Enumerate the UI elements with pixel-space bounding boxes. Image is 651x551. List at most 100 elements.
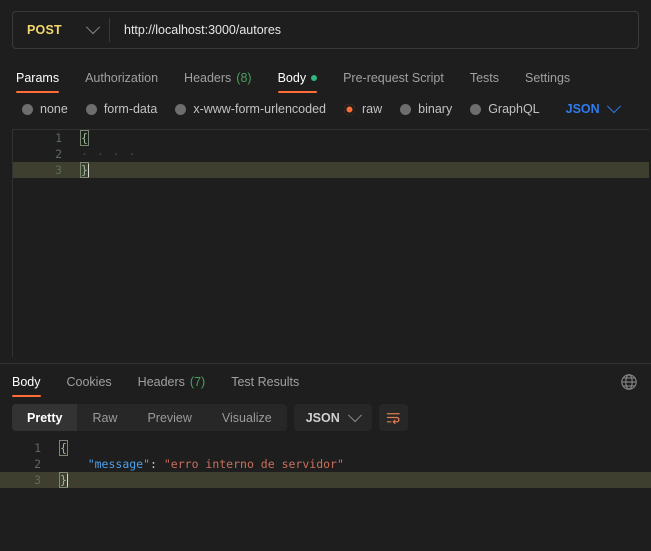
line-number: 2 <box>34 457 41 471</box>
chevron-down-icon <box>606 99 621 114</box>
radio-icon <box>400 103 412 115</box>
raw-format-selector[interactable]: JSON <box>565 99 621 116</box>
response-tab-cookies[interactable]: Cookies <box>54 374 125 398</box>
tab-settings-label: Settings <box>525 70 571 85</box>
response-tab-body[interactable]: Body <box>12 374 54 398</box>
line-number: 3 <box>55 163 62 177</box>
tab-params[interactable]: Params <box>12 70 72 94</box>
tab-params-label: Params <box>16 70 60 85</box>
tab-headers[interactable]: Headers (8) <box>171 70 265 94</box>
chevron-down-icon <box>85 20 100 35</box>
chevron-down-icon <box>347 407 362 422</box>
text-caret <box>67 474 68 487</box>
open-brace: { <box>80 130 89 146</box>
tab-pre-request-script[interactable]: Pre-request Script <box>330 70 457 94</box>
raw-format-label: JSON <box>565 102 600 116</box>
radio-selected-icon <box>344 103 355 115</box>
line-content: } <box>50 472 651 488</box>
body-type-binary[interactable]: binary <box>400 102 452 116</box>
body-type-raw[interactable]: raw <box>344 102 382 116</box>
tab-pre-request-script-label: Pre-request Script <box>343 70 444 85</box>
url-input[interactable]: http://localhost:3000/autores <box>110 12 638 48</box>
line-content: "message": "erro interno de servidor" <box>50 456 651 472</box>
response-format-selector[interactable]: JSON <box>293 404 372 431</box>
tab-headers-label: Headers <box>184 70 232 85</box>
json-string-value: "erro interno de servidor" <box>163 457 344 471</box>
tab-tests-label: Tests <box>469 70 499 85</box>
close-brace: } <box>59 472 68 488</box>
tab-authorization-label: Authorization <box>85 70 159 85</box>
radio-icon <box>470 103 482 115</box>
line-content: { <box>50 440 651 456</box>
request-body-editor[interactable]: 1 { 2 · · · · 3 } <box>12 129 649 357</box>
response-format-label: JSON <box>305 410 340 425</box>
json-key: "message" <box>87 457 151 471</box>
view-raw[interactable]: Raw <box>77 404 132 431</box>
wrap-lines-button[interactable] <box>378 404 408 431</box>
json-colon: : <box>150 457 164 471</box>
response-tab-headers-label: Headers <box>137 374 185 389</box>
body-type-binary-label: binary <box>418 102 453 116</box>
body-type-form-data[interactable]: form-data <box>85 102 158 116</box>
close-brace: } <box>80 162 89 178</box>
response-tab-test-results-label: Test Results <box>231 374 300 389</box>
request-code: 1 { 2 · · · · 3 } <box>13 130 649 178</box>
code-line-active: 3 } <box>13 162 649 178</box>
response-code-line: 2 "message": "erro interno de servidor" <box>0 456 651 472</box>
line-number: 1 <box>34 441 41 455</box>
tab-authorization[interactable]: Authorization <box>72 70 171 94</box>
body-type-graphql[interactable]: GraphQL <box>470 102 540 116</box>
body-type-none-label: none <box>40 102 68 116</box>
line-number: 3 <box>34 473 41 487</box>
response-view-row: Pretty Raw Preview Visualize JSON <box>0 397 651 437</box>
body-type-row: none form-data x-www-form-urlencoded raw… <box>0 93 651 125</box>
line-content: · · · · <box>71 146 649 162</box>
url-bar-container: POST http://localhost:3000/autores <box>0 0 651 59</box>
response-tabs: Body Cookies Headers (7) Test Results <box>0 364 651 397</box>
line-number: 2 <box>55 147 62 161</box>
body-modified-dot-icon <box>311 74 318 81</box>
response-code-line: 1 { <box>0 440 651 456</box>
http-method-selector[interactable]: POST <box>13 12 109 48</box>
http-method-label: POST <box>27 23 62 37</box>
response-body-viewer[interactable]: 1 { 2 "message": "erro interno de servid… <box>0 437 651 496</box>
response-tab-cookies-label: Cookies <box>66 374 112 389</box>
tab-body[interactable]: Body <box>265 70 331 94</box>
line-content: { <box>71 130 649 146</box>
body-type-x-www-form-urlencoded[interactable]: x-www-form-urlencoded <box>175 102 326 116</box>
response-view-switch: Pretty Raw Preview Visualize <box>12 404 287 431</box>
code-line: 2 · · · · <box>13 146 649 162</box>
open-brace: { <box>59 440 68 456</box>
view-preview[interactable]: Preview <box>132 404 206 431</box>
response-tab-body-label: Body <box>12 374 41 389</box>
view-pretty[interactable]: Pretty <box>12 404 78 431</box>
tab-tests[interactable]: Tests <box>457 70 512 94</box>
body-type-x-www-form-urlencoded-label: x-www-form-urlencoded <box>193 102 326 116</box>
response-empty-area <box>0 495 651 551</box>
line-number: 1 <box>55 131 62 145</box>
whitespace-dots: · · · · <box>81 147 137 161</box>
response-tab-headers-count: (7) <box>189 374 206 389</box>
radio-icon <box>85 103 97 115</box>
response-tab-headers[interactable]: Headers (7) <box>125 374 219 398</box>
response-code-line-active: 3 } <box>0 472 651 488</box>
body-type-form-data-label: form-data <box>103 102 158 116</box>
response-tab-test-results[interactable]: Test Results <box>218 374 312 398</box>
body-type-graphql-label: GraphQL <box>488 102 540 116</box>
postman-window: POST http://localhost:3000/autores Param… <box>0 0 651 551</box>
radio-icon <box>22 103 33 115</box>
tab-body-label: Body <box>277 70 307 85</box>
line-content: } <box>71 162 649 178</box>
body-type-none[interactable]: none <box>22 102 68 116</box>
body-type-raw-label: raw <box>362 102 383 116</box>
code-line: 1 { <box>13 130 649 146</box>
response-code: 1 { 2 "message": "erro interno de servid… <box>0 440 651 488</box>
url-bar: POST http://localhost:3000/autores <box>12 11 639 49</box>
radio-icon <box>175 103 187 115</box>
tab-headers-count: (8) <box>236 70 252 85</box>
text-caret <box>88 164 89 177</box>
view-visualize[interactable]: Visualize <box>207 404 287 431</box>
request-tabs: Params Authorization Headers (8) Body Pr… <box>0 59 651 93</box>
globe-icon[interactable] <box>619 372 639 392</box>
tab-settings[interactable]: Settings <box>512 70 583 94</box>
